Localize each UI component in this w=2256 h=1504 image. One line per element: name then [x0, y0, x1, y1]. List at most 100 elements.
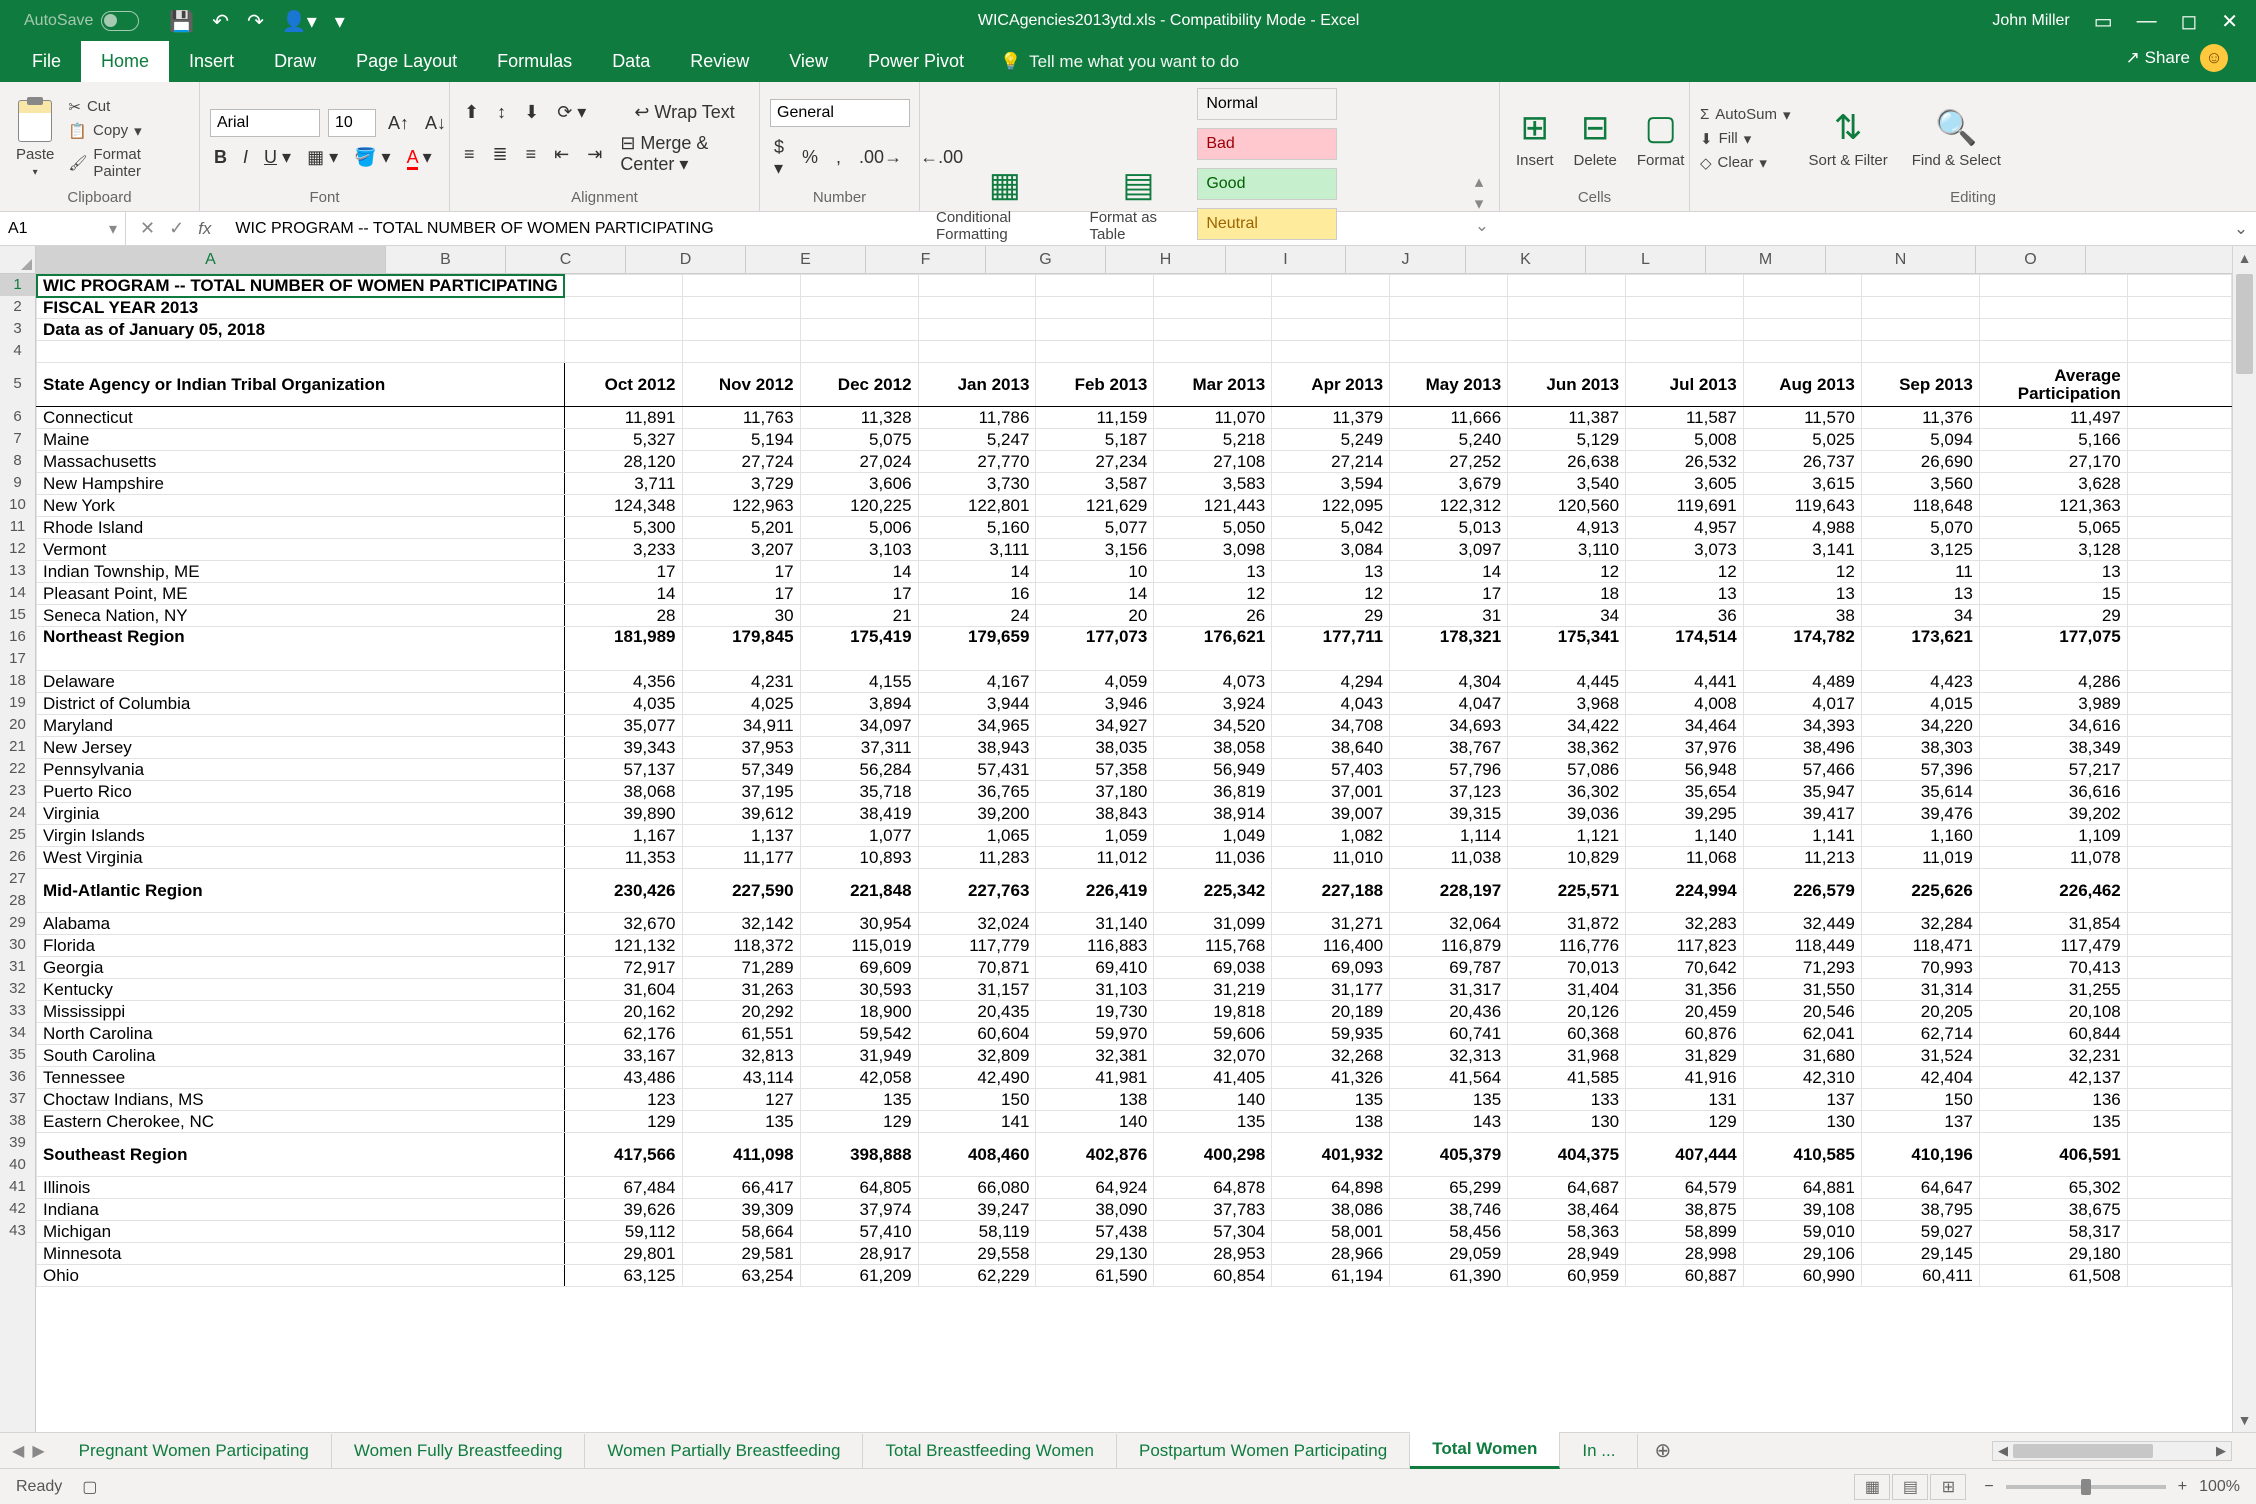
row-header-3[interactable]: 3 [0, 318, 35, 340]
row-header-31[interactable]: 31 [0, 956, 35, 978]
row-header-10[interactable]: 10 [0, 494, 35, 516]
row-header-19[interactable]: 19 [0, 692, 35, 714]
undo-icon[interactable]: ↶ [212, 9, 229, 34]
save-icon[interactable]: 💾 [169, 9, 194, 34]
zoom-slider[interactable] [2006, 1485, 2166, 1489]
quickaccess-user-icon[interactable]: 👤▾ [282, 9, 317, 34]
copy-button[interactable]: 📋 Copy ▾ [68, 122, 189, 140]
zoom-out-icon[interactable]: − [1984, 1478, 1993, 1496]
row-header-39[interactable]: 39 [0, 1132, 35, 1154]
paste-button[interactable]: Paste▾ [10, 100, 60, 178]
ws-tab-pregnant[interactable]: Pregnant Women Participating [57, 1434, 332, 1468]
styles-scroll-up[interactable]: ▴ [1475, 172, 1489, 192]
horizontal-scrollbar[interactable]: ◀▶ [1992, 1441, 2232, 1461]
row-header-4[interactable]: 4 [0, 340, 35, 362]
row-header-27[interactable]: 27 [0, 868, 35, 890]
increase-indent-icon[interactable]: ⇥ [583, 144, 606, 165]
increase-decimal-icon[interactable]: .00→ [855, 147, 906, 168]
normal-view-icon[interactable]: ▦ [1854, 1474, 1890, 1500]
macro-record-icon[interactable]: ▢ [82, 1477, 97, 1497]
column-header-C[interactable]: C [506, 246, 626, 273]
find-select-button[interactable]: 🔍Find & Select [1906, 108, 2007, 169]
row-header-22[interactable]: 22 [0, 758, 35, 780]
row-header-42[interactable]: 42 [0, 1198, 35, 1220]
ws-tab-partially-bf[interactable]: Women Partially Breastfeeding [585, 1434, 863, 1468]
format-cells-button[interactable]: ▢Format [1631, 108, 1691, 169]
column-header-L[interactable]: L [1586, 246, 1706, 273]
row-header-18[interactable]: 18 [0, 670, 35, 692]
sort-filter-button[interactable]: ⇅Sort & Filter [1803, 108, 1894, 169]
column-header-M[interactable]: M [1706, 246, 1826, 273]
page-layout-view-icon[interactable]: ▤ [1892, 1474, 1928, 1500]
underline-button[interactable]: U ▾ [260, 147, 295, 168]
row-header-36[interactable]: 36 [0, 1066, 35, 1088]
scroll-down-icon[interactable]: ▼ [2233, 1408, 2256, 1432]
align-top-icon[interactable]: ⬆ [460, 102, 483, 123]
cancel-formula-icon[interactable]: ✕ [140, 218, 155, 239]
column-header-N[interactable]: N [1826, 246, 1976, 273]
wrap-text-button[interactable]: ↩ Wrap Text [630, 102, 738, 123]
column-header-O[interactable]: O [1976, 246, 2086, 273]
ws-tab-postpartum[interactable]: Postpartum Women Participating [1117, 1434, 1410, 1468]
style-good[interactable]: Good [1197, 168, 1337, 200]
align-middle-icon[interactable]: ↕ [493, 102, 510, 123]
increase-font-icon[interactable]: A↑ [384, 113, 413, 134]
page-break-view-icon[interactable]: ⊞ [1930, 1474, 1966, 1500]
row-header-6[interactable]: 6 [0, 406, 35, 428]
row-header-30[interactable]: 30 [0, 934, 35, 956]
autosave-toggle[interactable]: AutoSave [24, 11, 139, 31]
row-header-20[interactable]: 20 [0, 714, 35, 736]
row-header-43[interactable]: 43 [0, 1220, 35, 1242]
accounting-format-icon[interactable]: $ ▾ [770, 137, 788, 179]
decrease-indent-icon[interactable]: ⇤ [550, 144, 573, 165]
maximize-icon[interactable]: ◻ [2181, 9, 2198, 34]
enter-formula-icon[interactable]: ✓ [169, 218, 184, 239]
format-painter-button[interactable]: 🖌 Format Painter [68, 146, 189, 180]
zoom-level[interactable]: 100% [2199, 1478, 2240, 1496]
merge-center-button[interactable]: ⊟ Merge & Center ▾ [616, 133, 749, 175]
row-header-12[interactable]: 12 [0, 538, 35, 560]
row-header-34[interactable]: 34 [0, 1022, 35, 1044]
row-header-41[interactable]: 41 [0, 1176, 35, 1198]
ribbon-options-icon[interactable]: ▭ [2094, 9, 2113, 34]
font-size-combo[interactable]: 10 [328, 109, 376, 137]
row-header-23[interactable]: 23 [0, 780, 35, 802]
column-header-K[interactable]: K [1466, 246, 1586, 273]
tab-insert[interactable]: Insert [169, 41, 254, 82]
tab-formulas[interactable]: Formulas [477, 41, 592, 82]
ws-tab-more[interactable]: In ... [1560, 1434, 1638, 1468]
column-header-G[interactable]: G [986, 246, 1106, 273]
insert-function-icon[interactable]: fx [198, 219, 225, 239]
number-format-combo[interactable]: General [770, 99, 910, 127]
row-header-29[interactable]: 29 [0, 912, 35, 934]
styles-scroll-down[interactable]: ▾ [1475, 194, 1489, 214]
column-header-J[interactable]: J [1346, 246, 1466, 273]
row-header-24[interactable]: 24 [0, 802, 35, 824]
row-header-32[interactable]: 32 [0, 978, 35, 1000]
fill-button[interactable]: ⬇ Fill ▾ [1700, 130, 1791, 148]
insert-cells-button[interactable]: ⊞Insert [1510, 108, 1560, 169]
row-header-13[interactable]: 13 [0, 560, 35, 582]
row-header-15[interactable]: 15 [0, 604, 35, 626]
tab-page-layout[interactable]: Page Layout [336, 41, 477, 82]
row-header-16[interactable]: 16 [0, 626, 35, 648]
add-worksheet-icon[interactable]: ⊕ [1638, 1438, 1687, 1463]
expand-formula-bar-icon[interactable]: ⌄ [2226, 219, 2256, 239]
feedback-icon[interactable]: ☺ [2200, 44, 2228, 72]
comma-format-icon[interactable]: , [832, 147, 845, 168]
tab-view[interactable]: View [769, 41, 848, 82]
style-bad[interactable]: Bad [1197, 128, 1337, 160]
row-header-33[interactable]: 33 [0, 1000, 35, 1022]
ws-tab-total-women[interactable]: Total Women [1410, 1432, 1560, 1469]
worksheet-grid[interactable]: WIC PROGRAM -- TOTAL NUMBER OF WOMEN PAR… [36, 274, 2232, 1432]
delete-cells-button[interactable]: ⊟Delete [1568, 108, 1623, 169]
autosum-button[interactable]: Σ AutoSum ▾ [1700, 106, 1791, 124]
row-header-7[interactable]: 7 [0, 428, 35, 450]
column-header-B[interactable]: B [386, 246, 506, 273]
row-header-1[interactable]: 1 [0, 274, 35, 296]
percent-format-icon[interactable]: % [798, 147, 822, 168]
font-name-combo[interactable]: Arial [210, 109, 320, 137]
fill-color-button[interactable]: 🪣 ▾ [350, 147, 394, 168]
bold-button[interactable]: B [210, 147, 231, 168]
column-header-H[interactable]: H [1106, 246, 1226, 273]
